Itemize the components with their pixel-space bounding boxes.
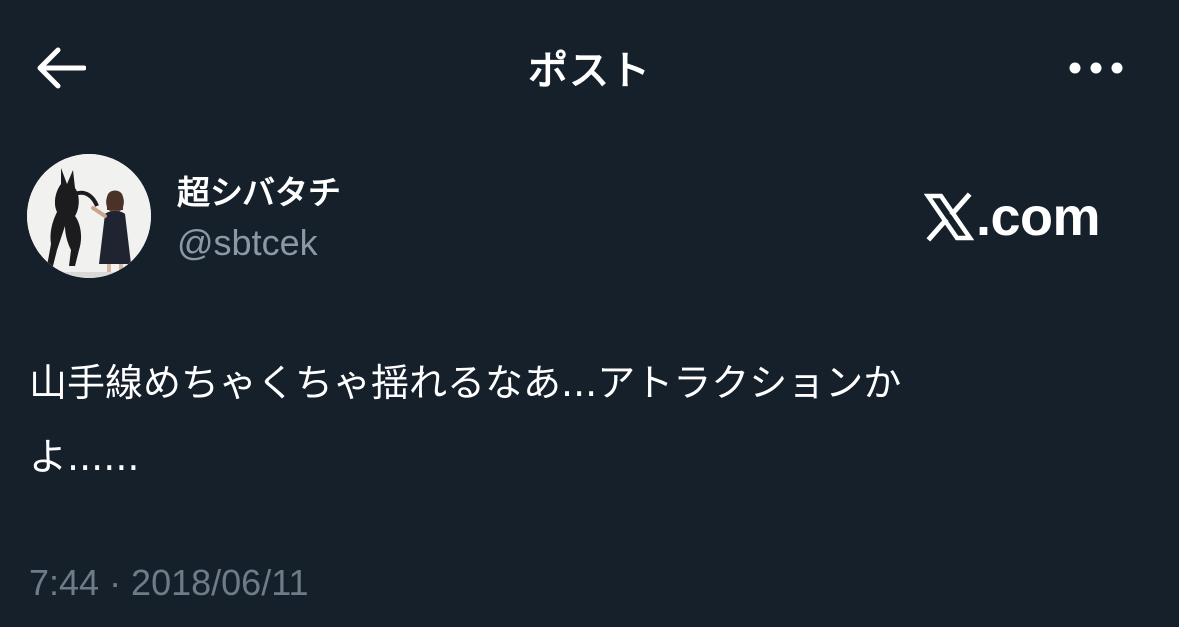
avatar-image — [27, 154, 151, 278]
avatar[interactable] — [27, 154, 151, 278]
tweet-text-line: よ...... — [29, 435, 140, 479]
more-horizontal-icon — [1069, 62, 1123, 74]
author-handle[interactable]: @sbtcek — [177, 222, 318, 264]
top-app-bar: ポスト — [0, 0, 1179, 132]
x-com-watermark: .com — [924, 186, 1101, 248]
more-options-button[interactable] — [1060, 44, 1132, 92]
tweet-timestamp[interactable]: 7:44 · 2018/06/11 — [29, 562, 309, 604]
author-display-name[interactable]: 超シバタチ — [177, 166, 341, 214]
x-logo-icon — [924, 192, 974, 242]
tweet-text-line: 山手線めちゃくちゃ揺れるなあ...アトラクションか — [29, 361, 902, 405]
tweet-text: 山手線めちゃくちゃ揺れるなあ...アトラクションか よ...... — [29, 346, 1139, 494]
page-title: ポスト — [528, 48, 651, 94]
watermark-text: .com — [976, 187, 1101, 247]
